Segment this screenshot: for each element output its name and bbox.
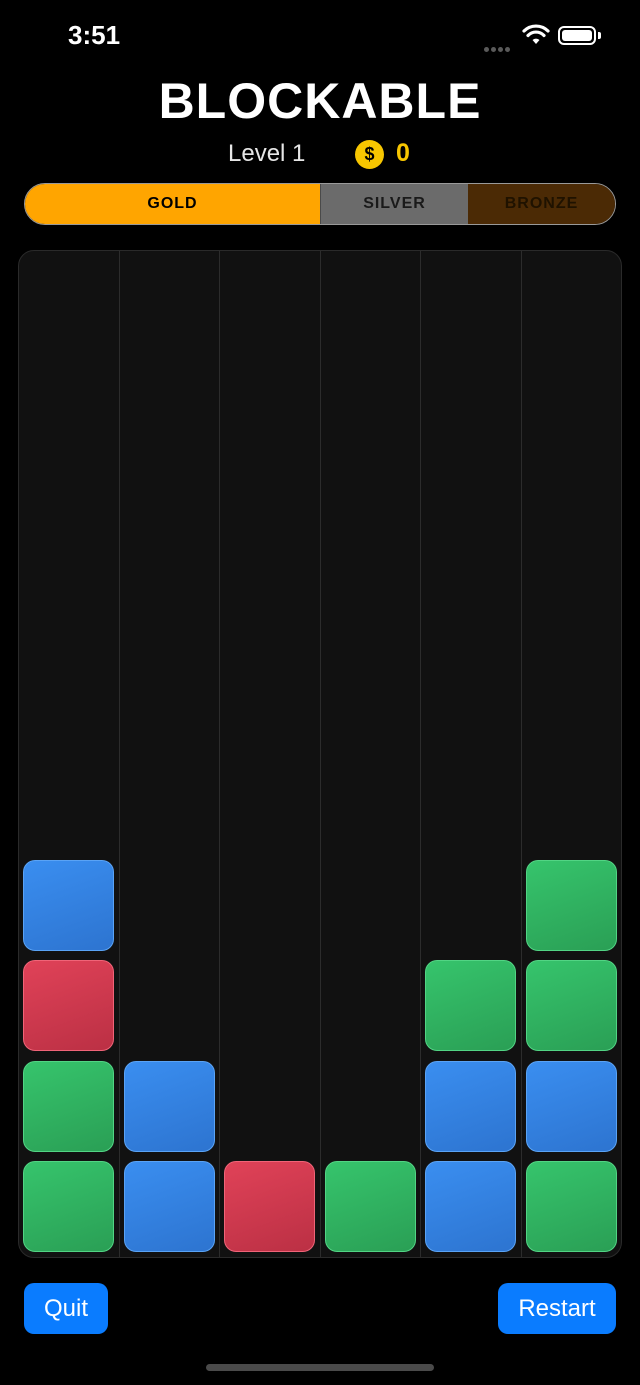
quit-button[interactable]: Quit	[24, 1283, 108, 1334]
level-label: Level 1	[228, 140, 306, 167]
clock: 3:51	[68, 20, 121, 50]
battery-tip	[598, 32, 601, 39]
blue-block[interactable]	[425, 1060, 516, 1152]
red-block[interactable]	[23, 960, 114, 1051]
green-block[interactable]	[23, 1060, 114, 1152]
coin-count: 0	[396, 139, 410, 167]
green-block[interactable]	[425, 960, 516, 1051]
game-title: BLOCKABLE	[158, 73, 482, 129]
coin-icon: $	[355, 140, 384, 169]
blue-block[interactable]	[123, 1060, 215, 1152]
board-column-5[interactable]	[421, 251, 522, 1257]
blue-block[interactable]	[425, 1161, 516, 1252]
green-block[interactable]	[324, 1161, 416, 1252]
blue-block[interactable]	[525, 1060, 617, 1152]
blue-block[interactable]	[23, 859, 114, 951]
home-indicator[interactable]	[206, 1364, 434, 1371]
medal-progress-bar: GOLD SILVER BRONZE	[24, 183, 616, 225]
medal-silver: SILVER	[320, 184, 468, 224]
medal-gold: GOLD	[25, 184, 320, 224]
blue-block[interactable]	[123, 1161, 215, 1252]
green-block[interactable]	[525, 859, 617, 951]
green-block[interactable]	[525, 960, 617, 1051]
cellular-signal-icon	[484, 39, 512, 57]
game-board[interactable]	[18, 250, 622, 1258]
board-column-1[interactable]	[19, 251, 120, 1257]
board-column-6[interactable]	[522, 251, 622, 1257]
medal-bronze: BRONZE	[468, 184, 615, 224]
status-bar: 3:51	[0, 0, 640, 70]
board-column-3[interactable]	[220, 251, 321, 1257]
red-block[interactable]	[224, 1161, 315, 1252]
restart-button[interactable]: Restart	[498, 1283, 616, 1334]
battery-icon	[558, 26, 596, 45]
wifi-icon	[522, 24, 550, 44]
green-block[interactable]	[525, 1161, 617, 1252]
green-block[interactable]	[23, 1161, 114, 1252]
board-column-2[interactable]	[120, 251, 220, 1257]
board-column-4[interactable]	[321, 251, 421, 1257]
